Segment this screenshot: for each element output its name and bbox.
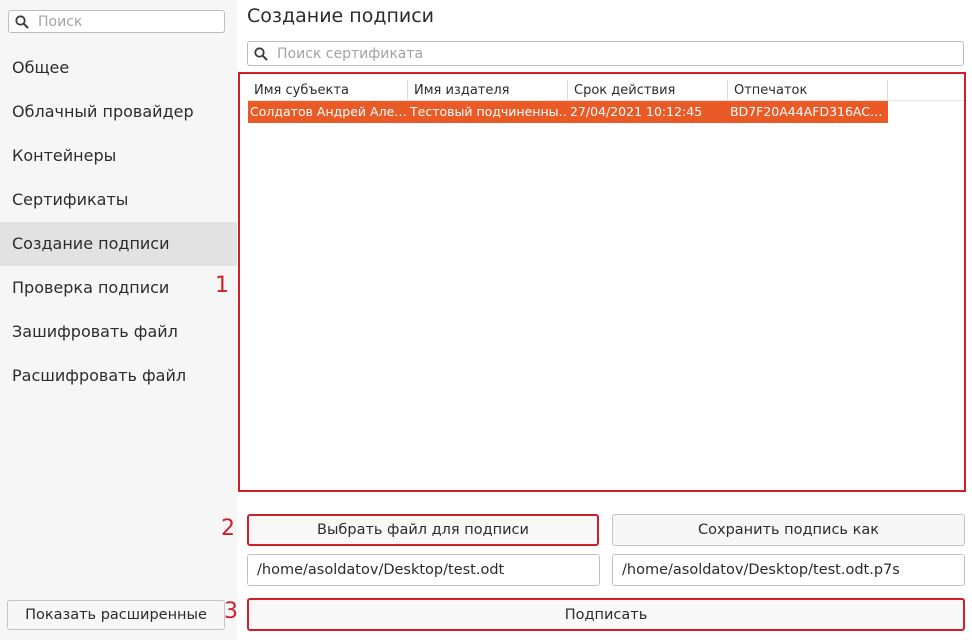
show-advanced-button[interactable]: Показать расширенные (7, 600, 225, 630)
column-header-issuer[interactable]: Имя издателя (408, 80, 568, 101)
marker-1: 1 (215, 273, 229, 298)
column-header-thumbprint[interactable]: Отпечаток (728, 80, 888, 101)
marker-3: 3 (224, 599, 238, 624)
certificate-table: Имя субъекта Имя издателя Срок действия … (238, 72, 966, 492)
certificate-search-placeholder: Поиск сертификата (277, 45, 424, 62)
table-header: Имя субъекта Имя издателя Срок действия … (248, 80, 964, 101)
sidebar: Поиск Общее Облачный провайдер Контейнер… (0, 0, 237, 640)
input-file-path[interactable]: /home/asoldatov/Desktop/test.odt (247, 554, 600, 586)
sidebar-item-general[interactable]: Общее (0, 46, 237, 90)
search-icon (254, 46, 268, 61)
output-file-path[interactable]: /home/asoldatov/Desktop/test.odt.p7s (612, 554, 965, 586)
choose-file-button[interactable]: Выбрать файл для подписи (247, 514, 599, 546)
sidebar-item-verify-signature[interactable]: Проверка подписи (0, 266, 237, 310)
sidebar-search-placeholder: Поиск (38, 13, 83, 30)
column-header-validity[interactable]: Срок действия (568, 80, 728, 101)
sidebar-item-create-signature[interactable]: Создание подписи (0, 222, 237, 266)
cell-thumbprint: BD7F20A44AFD316AC… (730, 104, 883, 119)
save-signature-as-button[interactable]: Сохранить подпись как (612, 514, 965, 546)
sidebar-item-encrypt-file[interactable]: Зашифровать файл (0, 310, 237, 354)
sign-button[interactable]: Подписать (247, 598, 965, 631)
cell-subject: Солдатов Андрей Але… (250, 104, 406, 119)
column-header-subject[interactable]: Имя субъекта (248, 80, 408, 101)
sidebar-item-cloud-provider[interactable]: Облачный провайдер (0, 90, 237, 134)
sidebar-item-containers[interactable]: Контейнеры (0, 134, 237, 178)
sidebar-search-field[interactable]: Поиск (8, 10, 225, 33)
search-icon (15, 14, 29, 29)
certificate-search-field[interactable]: Поиск сертификата (247, 41, 964, 66)
page-title: Создание подписи (247, 5, 435, 27)
sidebar-item-decrypt-file[interactable]: Расшифровать файл (0, 354, 237, 398)
cell-issuer: Тестовый подчиненны… (410, 104, 566, 119)
marker-2: 2 (221, 516, 235, 541)
cell-validity: 27/04/2021 10:12:45 (570, 104, 703, 119)
table-row[interactable]: Солдатов Андрей Але… Тестовый подчиненны… (248, 101, 888, 123)
sidebar-item-certificates[interactable]: Сертификаты (0, 178, 237, 222)
